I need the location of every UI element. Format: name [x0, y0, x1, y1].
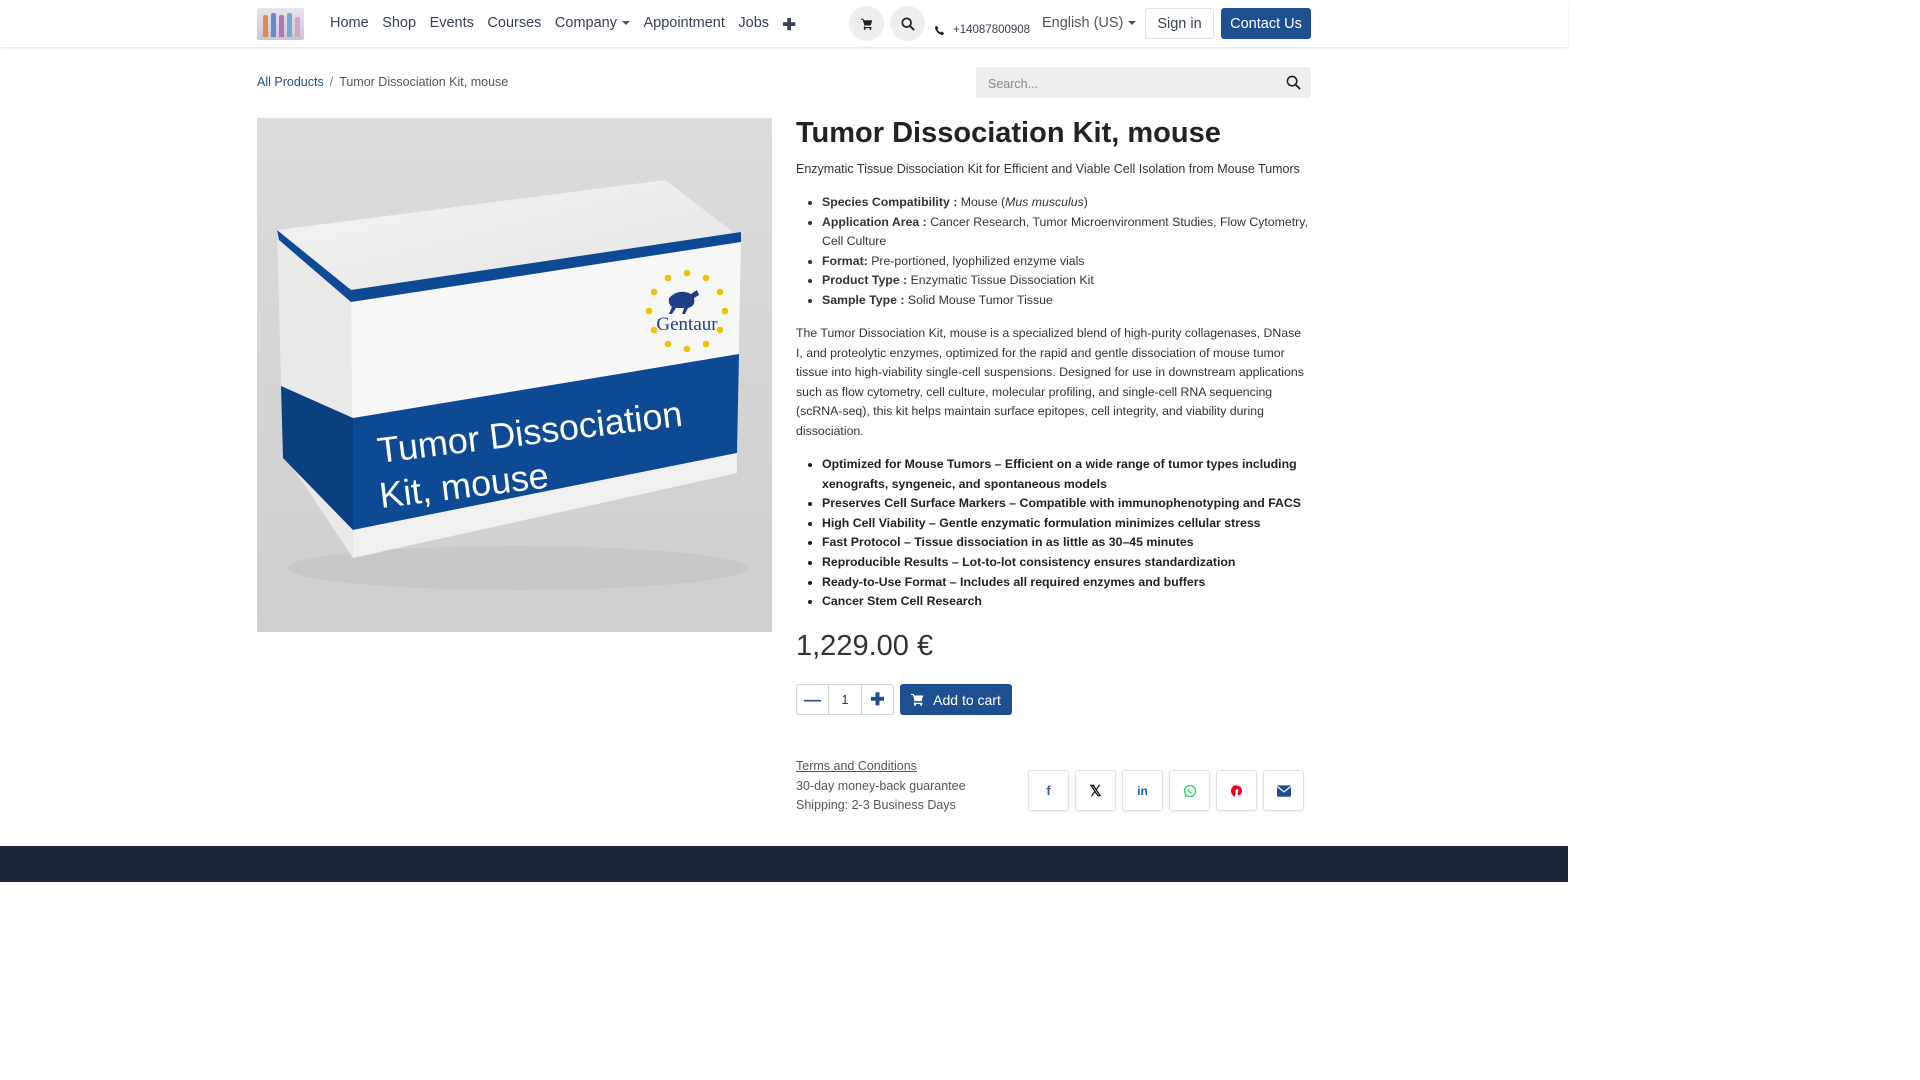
quantity-input[interactable]: 1 — [828, 685, 862, 714]
quantity-stepper: — 1 ✚ — [796, 684, 894, 715]
feature-list: Optimized for Mouse Tumors – Efficient o… — [796, 455, 1311, 612]
feature-item: Preserves Cell Surface Markers – Compati… — [822, 494, 1311, 514]
search-toggle-button[interactable] — [890, 6, 925, 41]
nav-home[interactable]: Home — [330, 15, 369, 35]
feature-item: Reproducible Results – Lot-to-lot consis… — [822, 553, 1311, 573]
cart-icon — [860, 18, 872, 30]
facebook-icon: f — [1046, 783, 1051, 798]
language-label: English (US) — [1042, 15, 1124, 31]
shipping-text: Shipping: 2-3 Business Days — [796, 798, 956, 813]
terms-link[interactable]: Terms and Conditions — [796, 757, 966, 777]
share-linkedin-button[interactable]: in — [1122, 770, 1163, 811]
main-menu: Home Shop Events Courses Company Appoint… — [330, 15, 809, 35]
breadcrumb: All Products / Tumor Dissociation Kit, mou… — [257, 75, 508, 89]
search-icon — [900, 16, 915, 31]
product-price: 1,229.00 € — [796, 630, 934, 662]
feature-item: Fast Protocol – Tissue dissociation in a… — [822, 533, 1311, 553]
plus-icon[interactable]: ✚ — [783, 15, 796, 35]
caret-down-icon — [621, 21, 630, 26]
phone-link[interactable]: +14087800908 — [934, 24, 1030, 36]
product-description: The Tumor Dissociation Kit, mouse is a s… — [796, 326, 1304, 438]
nav-courses[interactable]: Courses — [487, 15, 541, 35]
breadcrumb-all-products[interactable]: All Products — [257, 75, 324, 89]
spec-value: Mouse ( — [960, 195, 1006, 209]
nav-appointment[interactable]: Appointment — [643, 15, 724, 35]
spec-value: Enzymatic Tissue Dissociation Kit — [910, 273, 1094, 288]
cart-icon — [911, 693, 924, 706]
feature-item: Ready-to-Use Format – Includes all requi… — [822, 573, 1311, 593]
site-logo[interactable] — [257, 8, 304, 40]
product-title: Tumor Dissociation Kit, mouse — [796, 117, 1221, 149]
page-footer — [0, 846, 1568, 882]
share-whatsapp-button[interactable] — [1169, 770, 1210, 811]
nav-jobs[interactable]: Jobs — [738, 15, 769, 35]
share-email-button[interactable] — [1263, 770, 1304, 811]
add-to-cart-label: Add to cart — [933, 691, 1001, 708]
spec-list: Species Compatibility : Mouse (Mus muscu… — [796, 193, 1311, 311]
add-to-cart-button[interactable]: Add to cart — [900, 684, 1012, 715]
share-buttons: f 𝕏 in — [1028, 770, 1304, 811]
breadcrumb-separator: / — [329, 75, 334, 89]
search-icon[interactable] — [1286, 75, 1301, 90]
minus-icon: — — [804, 689, 821, 709]
feature-item: High Cell Viability – Gentle enzymatic f… — [822, 514, 1311, 534]
caret-down-icon — [1128, 21, 1137, 26]
breadcrumb-current: Tumor Dissociation Kit, mouse — [339, 75, 509, 89]
spec-after: ) — [1083, 195, 1088, 209]
spec-species: Species Compatibility : Mouse (Mus muscu… — [822, 193, 1311, 213]
spec-value: Pre-portioned, lyophilized enzyme vials — [871, 253, 1085, 268]
plus-icon: ✚ — [870, 689, 885, 709]
contact-us-button[interactable]: Contact Us — [1221, 8, 1311, 39]
x-twitter-icon: 𝕏 — [1089, 782, 1102, 800]
nav-company-label: Company — [554, 15, 617, 31]
cart-button[interactable] — [849, 6, 884, 41]
linkedin-icon: in — [1137, 783, 1148, 798]
search-input[interactable] — [986, 67, 1280, 100]
phone-number: +14087800908 — [953, 24, 1031, 36]
phone-icon — [934, 25, 945, 35]
spec-product-type: Product Type : Enzymatic Tissue Dissocia… — [822, 271, 1311, 291]
spec-value: Solid Mouse Tumor Tissue — [907, 292, 1053, 307]
email-icon — [1276, 784, 1291, 797]
nav-company-dropdown[interactable]: Company — [555, 15, 630, 35]
guarantee-text: 30-day money-back guarantee — [796, 778, 966, 793]
increase-quantity-button[interactable]: ✚ — [862, 685, 893, 714]
share-pinterest-button[interactable] — [1216, 770, 1257, 811]
share-x-button[interactable]: 𝕏 — [1075, 770, 1116, 811]
spec-label: Species Compatibility : — [822, 195, 958, 209]
spec-format: Format: Pre-portioned, lyophilized enzym… — [822, 252, 1311, 272]
decrease-quantity-button[interactable]: — — [797, 685, 828, 714]
sign-in-button[interactable]: Sign in — [1145, 8, 1214, 39]
pinterest-icon — [1230, 784, 1242, 797]
box-brand: Gentaur — [656, 314, 718, 335]
terms-block: Terms and Conditions 30-day money-back g… — [796, 757, 966, 816]
product-subtitle: Enzymatic Tissue Dissociation Kit for Ef… — [796, 162, 1300, 176]
spec-sample-type: Sample Type : Solid Mouse Tumor Tissue — [822, 291, 1311, 311]
nav-events[interactable]: Events — [430, 15, 474, 35]
spec-label: Product Type : — [822, 273, 908, 288]
language-selector[interactable]: English (US) — [1042, 15, 1137, 31]
whatsapp-icon — [1183, 784, 1196, 797]
spec-label: Sample Type : — [822, 292, 905, 307]
product-search — [976, 67, 1311, 100]
spec-italic: Mus musculus — [1005, 195, 1084, 209]
product-image[interactable]: Tumor Dissociation Kit, mouse Gentaur — [257, 118, 772, 632]
top-navbar: Home Shop Events Courses Company Appoint… — [0, 0, 1568, 47]
feature-item: Cancer Stem Cell Research — [822, 592, 1311, 612]
spec-label: Application Area : — [822, 214, 927, 229]
feature-item: Optimized for Mouse Tumors – Efficient o… — [822, 455, 1311, 494]
spec-application: Application Area : Cancer Research, Tumo… — [822, 213, 1311, 252]
share-facebook-button[interactable]: f — [1028, 770, 1069, 811]
nav-shop[interactable]: Shop — [382, 15, 416, 35]
spec-label: Format: — [822, 253, 868, 268]
